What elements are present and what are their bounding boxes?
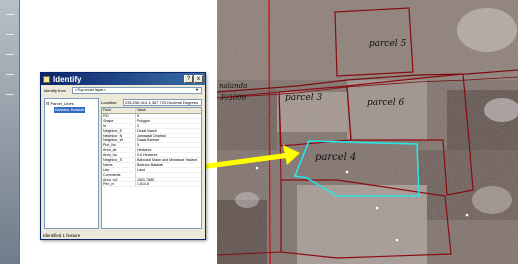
- parcel-3-label: parcel 3: [285, 93, 323, 103]
- field-value-cell: Polygon: [137, 118, 150, 123]
- field-value-cell: 5: [137, 114, 139, 118]
- field-name-cell: FID: [102, 114, 136, 118]
- location-value: 235,256.413 4,367,723 Decimal Degrees: [123, 99, 202, 106]
- field-name-cell: Id: [102, 123, 136, 128]
- field-name-cell: Area_m2: [102, 177, 136, 182]
- parcel-5-label: parcel 5: [369, 39, 407, 49]
- column-header-field[interactable]: Field: [102, 108, 136, 113]
- tree-feature-row: Ballabur Batalab: [46, 107, 97, 113]
- help-button[interactable]: ?: [184, 75, 193, 83]
- strip-marker: [6, 14, 14, 15]
- imagery-dot: [395, 238, 399, 242]
- field-name-cell: Plot_No: [102, 143, 136, 148]
- identify-body: ⊟ Parcel_Lines Ballabur Batalab Location…: [44, 98, 202, 229]
- field-value-cell: Land: [137, 167, 145, 172]
- imagery-dot: [255, 166, 259, 170]
- field-value-cell: Jangwadi Dhatrigi: [137, 133, 166, 138]
- field-value-cell: 1,614.8: [137, 182, 149, 187]
- field-name-cell: Peri_m: [102, 182, 136, 187]
- field-value-cell: 0: [137, 123, 139, 128]
- details-panel: Location: 235,256.413 4,367,723 Decimal …: [101, 98, 202, 229]
- field-value-cell: [136, 173, 201, 177]
- identify-title: Identify: [53, 74, 82, 84]
- strip-marker: [6, 74, 14, 75]
- field-name-cell: Neighbor_N: [102, 133, 136, 138]
- column-header-value[interactable]: Value: [136, 108, 201, 113]
- map-canvas[interactable]: parcel 5 parcel 3 parcel 6 parcel 4 nala…: [217, 0, 518, 264]
- field-value-cell: Badraur Batalab: [137, 162, 163, 167]
- field-name-cell: Neighbor_W: [102, 138, 136, 143]
- neighbor-label: nalanda: [219, 82, 247, 90]
- field-value-cell: Hectares: [137, 148, 152, 153]
- identify-icon: [43, 75, 50, 83]
- identify-from-label: Identify from: [44, 87, 67, 93]
- imagery-dot: [345, 170, 349, 174]
- tree-layer-label: Parcel_Lines: [50, 101, 74, 106]
- results-tree[interactable]: ⊟ Parcel_Lines Ballabur Batalab: [44, 98, 99, 229]
- identify-window[interactable]: Identify ? x Identify from <Top-most lay…: [40, 72, 206, 240]
- field-value-cell: Baboolal Maan and Mewawar Yadave: [137, 158, 198, 162]
- attributes-table[interactable]: Field Value FID 5 Shape Polygon Id 0 Neighbor_…: [101, 107, 202, 229]
- field-name-cell: Neighbor_S: [102, 158, 136, 162]
- tree-feature-item[interactable]: Ballabur Batalab: [54, 107, 86, 113]
- imagery-dot: [375, 206, 379, 210]
- imagery-dot: [465, 213, 469, 217]
- field-value-cell: 0.6 Hectares: [137, 153, 158, 158]
- field-value-cell: Desai Nandi: [137, 128, 157, 133]
- strip-marker: [6, 54, 14, 55]
- table-row[interactable]: Peri_m 1,614.8: [102, 182, 201, 188]
- strip-marker: [6, 94, 14, 95]
- desktop-left-strip: [0, 0, 20, 264]
- identify-from-row: Identify from <Top-most layer> ▼: [41, 85, 205, 95]
- strip-marker: [6, 34, 14, 35]
- satellite-map[interactable]: parcel 5 parcel 3 parcel 6 parcel 4 nala…: [217, 0, 518, 264]
- identify-from-value: <Top-most layer>: [75, 87, 106, 92]
- chevron-down-icon[interactable]: ▼: [195, 87, 199, 93]
- field-value-cell: 5: [137, 143, 139, 148]
- field-name-cell: Area_ha: [102, 153, 136, 158]
- neighbor-label: F/3000: [220, 94, 247, 102]
- close-button[interactable]: x: [194, 75, 203, 83]
- status-text: Identified 1 feature: [43, 233, 81, 238]
- imagery-texture: [217, 0, 518, 264]
- field-name-cell: Neighbor_E: [102, 128, 136, 133]
- field-name-cell: Use: [102, 167, 136, 172]
- identify-from-select[interactable]: <Top-most layer> ▼: [72, 86, 202, 94]
- field-value-cell: Dasai Barewe: [137, 138, 160, 143]
- table-body: FID 5 Shape Polygon Id 0 Neighbor_E Desai Nandi…: [102, 114, 201, 188]
- field-name-cell: Shape: [102, 118, 136, 123]
- field-name-cell: Name: [102, 162, 136, 167]
- parcel-6-label: parcel 6: [367, 98, 405, 108]
- field-name-cell: Comments: [102, 172, 136, 177]
- identify-titlebar[interactable]: Identify ? x: [41, 73, 205, 85]
- location-row: Location: 235,256.413 4,367,723 Decimal …: [101, 98, 202, 107]
- parcel-4-label: parcel 4: [315, 152, 356, 163]
- field-value-cell: 1551.7885: [137, 177, 154, 182]
- location-label: Location:: [101, 100, 118, 105]
- field-name-cell: Area_ak: [102, 148, 136, 153]
